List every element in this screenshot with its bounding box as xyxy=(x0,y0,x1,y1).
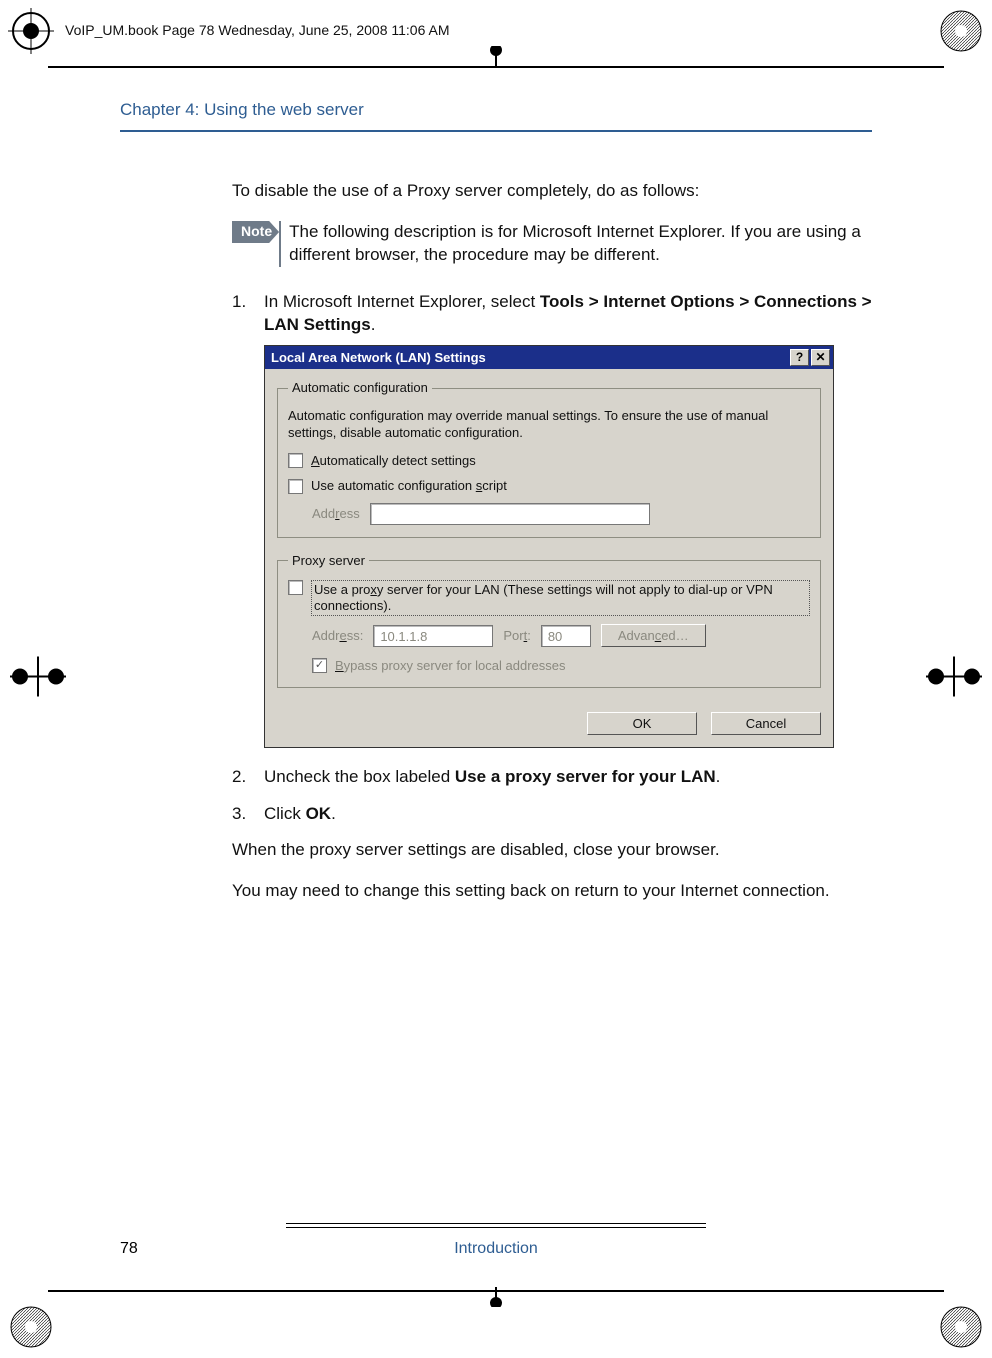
checkbox-label: Use automatic configuration script xyxy=(311,477,507,495)
crop-cross-icon xyxy=(10,657,66,702)
help-icon[interactable]: ? xyxy=(790,349,809,366)
page-footer: 78 Introduction xyxy=(120,1217,872,1258)
group-legend: Automatic configuration xyxy=(288,379,432,397)
step-bold: Use a proxy server for your LAN xyxy=(455,767,716,786)
step-bold: OK xyxy=(306,804,332,823)
checkbox-auto-detect[interactable] xyxy=(288,453,303,468)
field-label: Port: xyxy=(503,627,530,645)
crop-tick-icon xyxy=(481,1287,511,1312)
step-1: In Microsoft Internet Explorer, select T… xyxy=(232,291,872,748)
step-text: In Microsoft Internet Explorer, select xyxy=(264,292,540,311)
ok-button[interactable]: OK xyxy=(587,712,697,735)
advanced-button[interactable]: Advanced… xyxy=(601,624,706,647)
checkbox-label: Use a proxy server for your LAN (These s… xyxy=(311,580,810,617)
crop-cross-icon xyxy=(926,657,982,702)
crop-tick-icon xyxy=(481,46,511,71)
step-3: Click OK. xyxy=(232,803,872,826)
group-proxy: Proxy server Use a proxy server for your… xyxy=(277,552,821,688)
print-bookmark: VoIP_UM.book Page 78 Wednesday, June 25,… xyxy=(65,22,450,38)
close-icon[interactable]: ✕ xyxy=(811,349,830,366)
field-label: Address xyxy=(312,505,360,523)
note-text: The following description is for Microso… xyxy=(279,221,872,267)
proxy-address-input[interactable]: 10.1.1.8 xyxy=(373,625,493,647)
checkbox-auto-script[interactable] xyxy=(288,479,303,494)
note-block: Note The following description is for Mi… xyxy=(232,221,872,267)
step-text: . xyxy=(716,767,721,786)
cancel-button[interactable]: Cancel xyxy=(711,712,821,735)
chapter-title: Chapter 4: Using the web server xyxy=(120,100,872,126)
reg-mark-icon xyxy=(938,1304,984,1350)
body-text: When the proxy server settings are disab… xyxy=(232,839,872,862)
checkbox-label: Bypass proxy server for local addresses xyxy=(335,657,565,675)
dialog-titlebar: Local Area Network (LAN) Settings ? ✕ xyxy=(265,346,833,370)
step-2: Uncheck the box labeled Use a proxy serv… xyxy=(232,766,872,789)
step-text: . xyxy=(371,315,376,334)
group-desc: Automatic configuration may override man… xyxy=(288,407,810,442)
dialog-title-text: Local Area Network (LAN) Settings xyxy=(271,349,486,367)
step-text: Click xyxy=(264,804,306,823)
group-auto-config: Automatic configuration Automatic config… xyxy=(277,379,821,538)
body-text: You may need to change this setting back… xyxy=(232,880,872,903)
group-legend: Proxy server xyxy=(288,552,369,570)
page-number: 78 xyxy=(120,1240,138,1258)
step-text: Uncheck the box labeled xyxy=(264,767,455,786)
reg-mark-icon xyxy=(8,8,54,54)
note-tag: Note xyxy=(232,221,279,243)
step-text: . xyxy=(331,804,336,823)
footer-section: Introduction xyxy=(454,1240,538,1258)
checkbox-label: Automatically detect settings xyxy=(311,452,476,470)
lan-settings-dialog: Local Area Network (LAN) Settings ? ✕ Au… xyxy=(264,345,834,748)
auto-script-address-input[interactable] xyxy=(370,503,650,525)
proxy-port-input[interactable]: 80 xyxy=(541,625,591,647)
reg-mark-icon xyxy=(8,1304,54,1350)
checkbox-use-proxy[interactable] xyxy=(288,580,303,595)
reg-mark-icon xyxy=(938,8,984,54)
field-label: Address: xyxy=(312,627,363,645)
chapter-rule xyxy=(120,130,872,132)
checkbox-bypass-local[interactable]: ✓ xyxy=(312,658,327,673)
lead-text: To disable the use of a Proxy server com… xyxy=(232,180,872,203)
